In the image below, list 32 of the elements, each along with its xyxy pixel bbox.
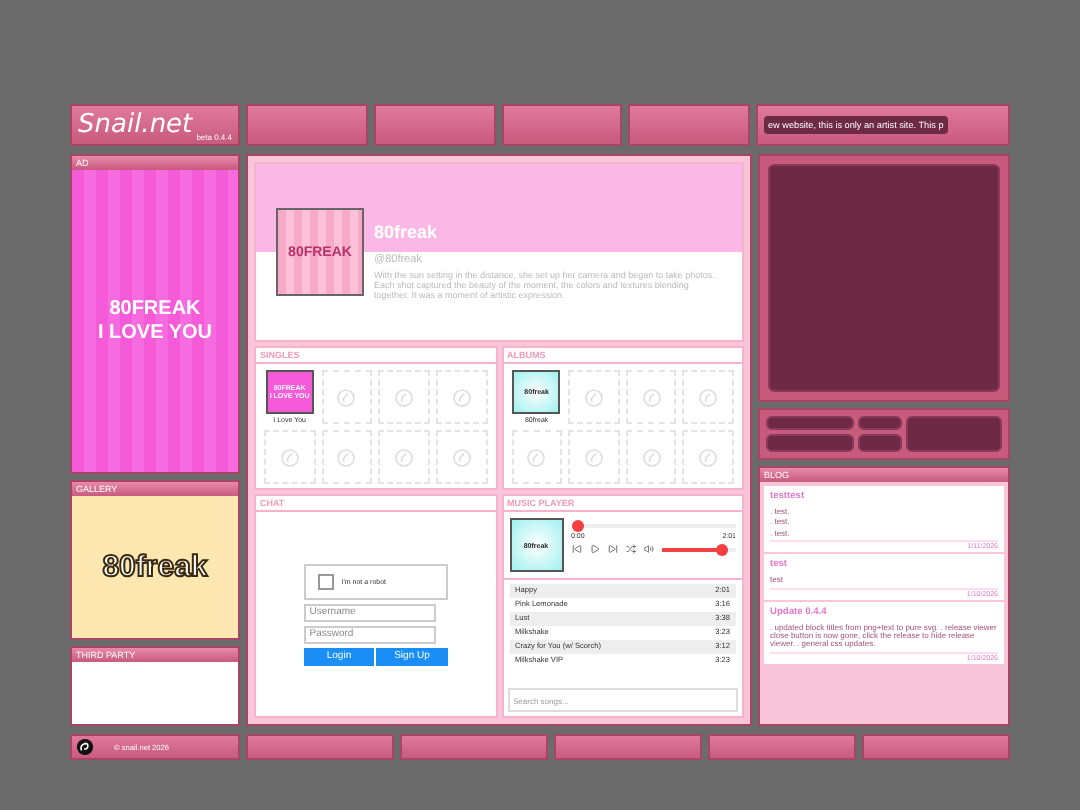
captcha-checkbox[interactable] bbox=[317, 573, 334, 589]
volume-button[interactable] bbox=[643, 544, 653, 554]
disc-icon bbox=[526, 447, 547, 467]
disc-icon bbox=[336, 447, 357, 467]
progress-thumb[interactable] bbox=[571, 520, 583, 532]
disc-icon bbox=[279, 447, 300, 467]
disc-icon bbox=[583, 387, 604, 407]
nav-tab[interactable] bbox=[628, 104, 750, 146]
previous-button[interactable] bbox=[571, 544, 581, 554]
nav-tab[interactable] bbox=[246, 104, 368, 146]
nav-tab[interactable] bbox=[501, 104, 623, 146]
volume-thumb[interactable] bbox=[715, 543, 727, 555]
disc-icon bbox=[698, 447, 719, 467]
next-button[interactable] bbox=[607, 544, 617, 554]
dark-key[interactable] bbox=[766, 416, 854, 430]
shuffle-button[interactable] bbox=[625, 544, 635, 554]
disc-icon bbox=[451, 447, 472, 467]
nav-tab[interactable] bbox=[373, 104, 495, 146]
disc-icon bbox=[698, 387, 719, 407]
dark-key[interactable] bbox=[858, 434, 902, 452]
disc-icon bbox=[451, 387, 472, 407]
dark-key[interactable] bbox=[858, 416, 902, 430]
disc-icon bbox=[641, 387, 662, 407]
artist-name: 80freak bbox=[374, 221, 440, 241]
disc-icon bbox=[394, 387, 415, 407]
disc-icon bbox=[583, 447, 604, 467]
disc-icon bbox=[641, 447, 662, 467]
dark-key[interactable] bbox=[766, 434, 854, 452]
play-button[interactable] bbox=[589, 544, 599, 554]
disc-icon bbox=[336, 387, 357, 407]
disc-icon bbox=[394, 447, 415, 467]
snail-icon bbox=[76, 738, 94, 756]
